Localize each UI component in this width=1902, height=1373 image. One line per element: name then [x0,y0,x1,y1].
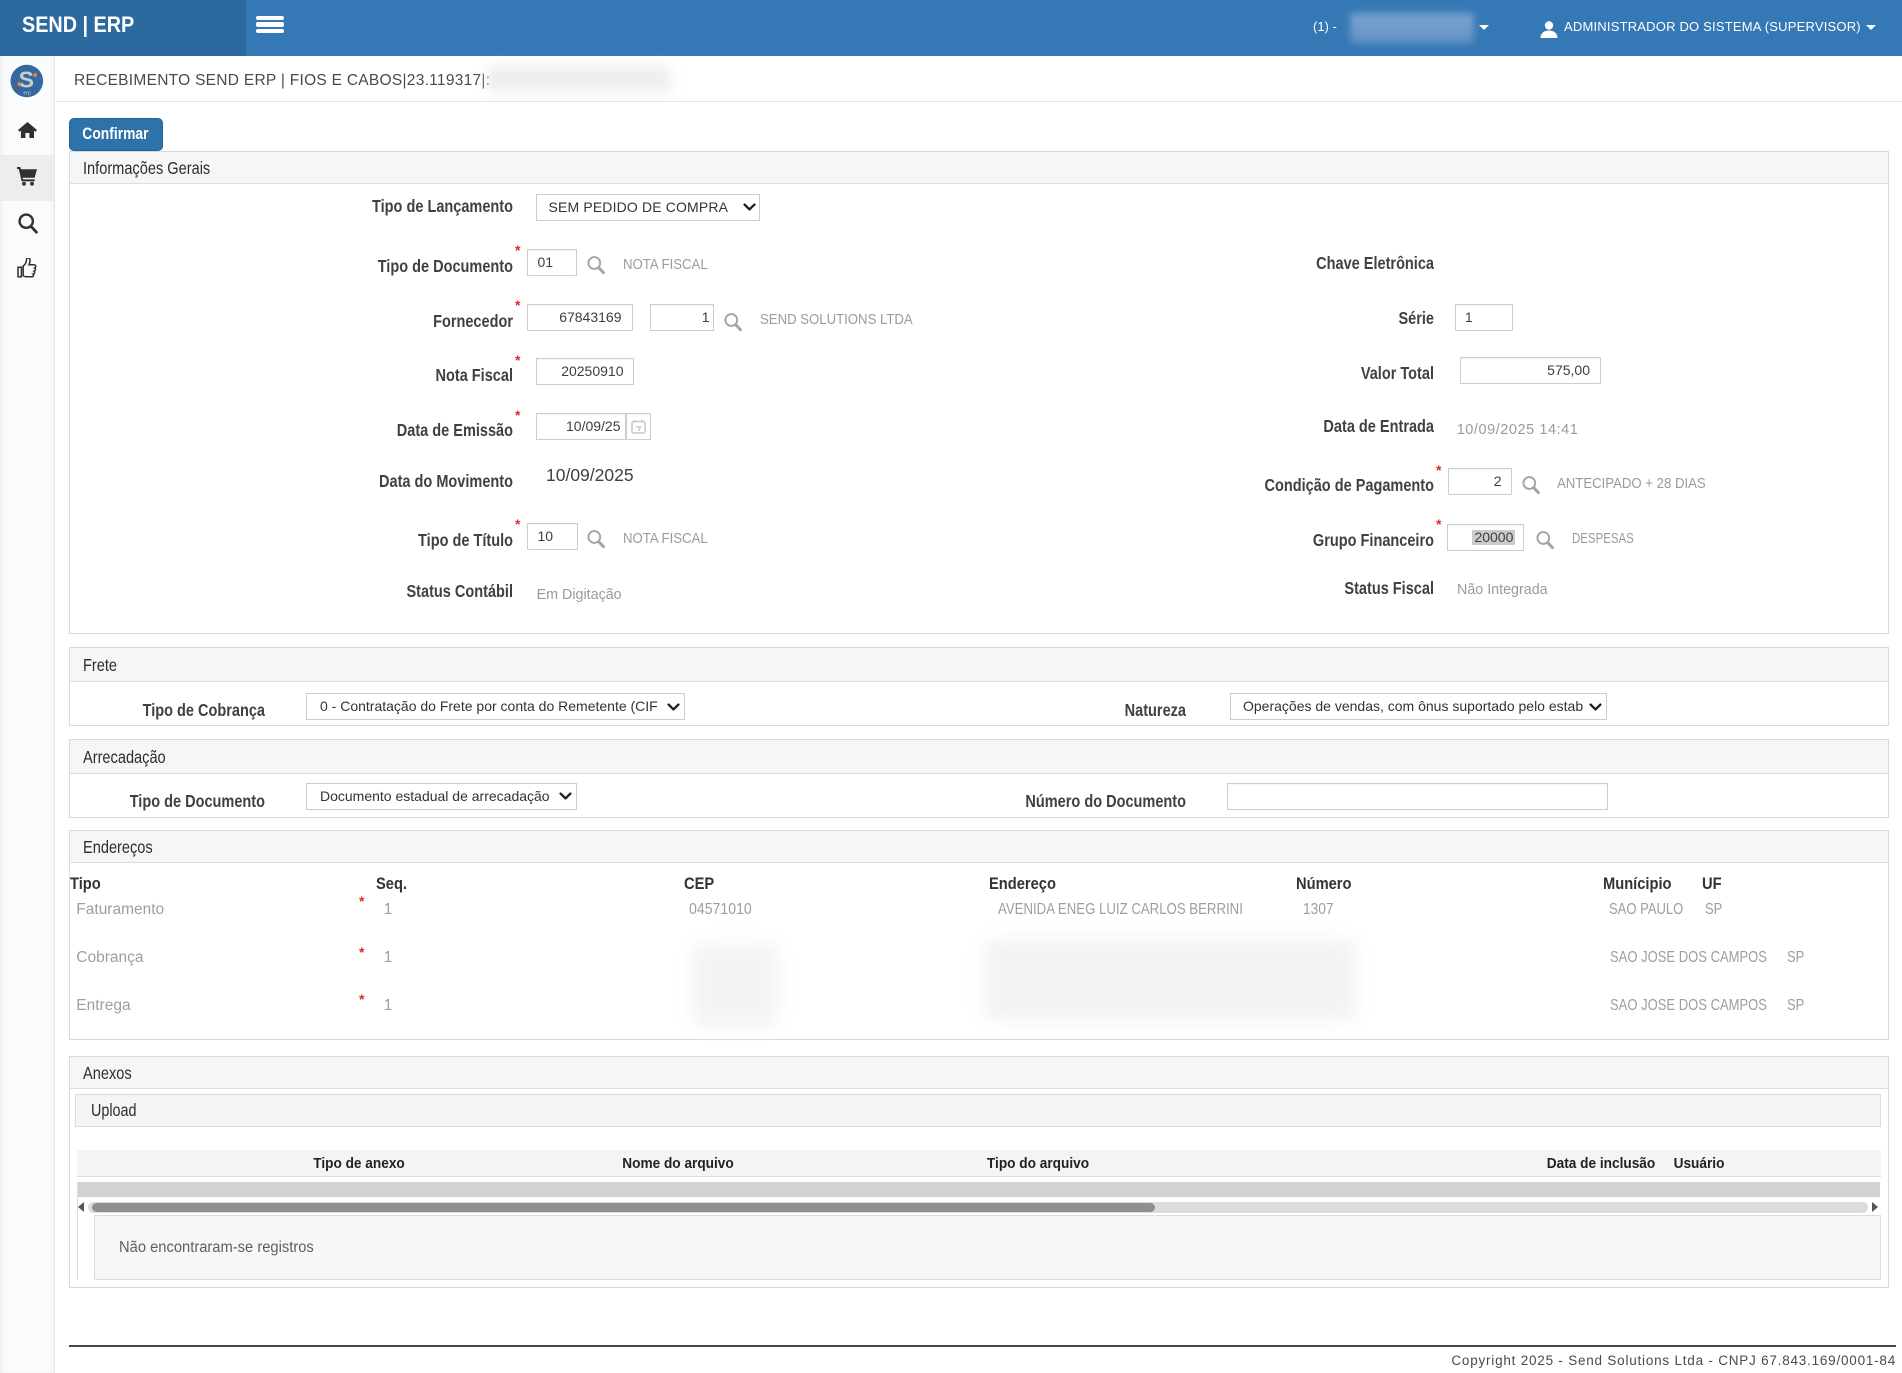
svg-text:erp: erp [23,91,30,97]
svg-text:S: S [19,66,34,92]
